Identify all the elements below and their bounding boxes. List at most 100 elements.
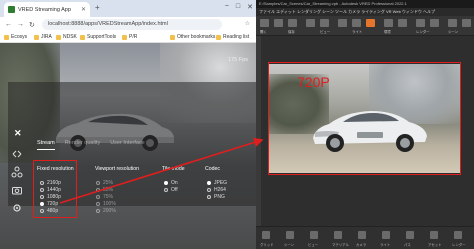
render-highlight-box (268, 62, 461, 175)
bottom-label: シーン (284, 243, 295, 247)
toolbar-button[interactable] (306, 19, 315, 27)
radio-label: PNG (214, 194, 225, 200)
radio-50[interactable]: 50% (96, 187, 113, 193)
maximize-button[interactable]: □ (236, 3, 240, 11)
nodes-icon[interactable] (11, 166, 23, 178)
tile-mode-title: Tile mode (162, 166, 185, 172)
close-window-button[interactable]: ✕ (247, 3, 253, 11)
vred-favicon-icon (8, 6, 15, 13)
bottom-button[interactable] (406, 231, 414, 239)
camera-icon[interactable] (11, 184, 23, 196)
bottom-button[interactable] (358, 231, 366, 239)
bookmark-label: Other bookmarks (177, 34, 216, 40)
toolbar-button[interactable] (274, 19, 283, 27)
folder-icon (216, 34, 221, 40)
radio-circle (164, 181, 168, 185)
bookmark-item[interactable]: P/R (122, 34, 137, 40)
toolbar-button-active[interactable] (366, 19, 375, 27)
bookmark-label: NDSK (63, 34, 77, 40)
vred-toolbar: 開く 保存 ビュー ライト 環境 レンダー シーン (256, 16, 474, 36)
tab-render-quality[interactable]: Render quality (65, 140, 100, 146)
toolbar-label: 保存 (288, 30, 295, 34)
toolbar-button[interactable] (462, 19, 471, 27)
radio-200[interactable]: 200% (96, 208, 116, 214)
bottom-button[interactable] (454, 231, 462, 239)
radio-circle (207, 181, 211, 185)
bottom-label: マテリアル (332, 243, 349, 247)
toolbar-label: シーン (448, 30, 459, 34)
reload-icon[interactable]: ↻ (29, 21, 35, 29)
bookmark-item[interactable]: Reading list (216, 34, 249, 40)
bottom-label: ライト (380, 243, 391, 247)
bookmark-label: JIRA (41, 34, 52, 40)
toolbar-button[interactable] (320, 19, 329, 27)
radio-label: 25% (103, 180, 114, 186)
toolbar-button[interactable] (260, 19, 269, 27)
bottom-button[interactable] (334, 231, 342, 239)
folder-icon (4, 34, 9, 40)
toolbar-button[interactable] (448, 19, 457, 27)
radio-25[interactable]: 25% (96, 180, 113, 186)
folder-icon (80, 34, 85, 40)
forward-arrow-icon[interactable]: → (17, 21, 24, 28)
radio-tile-off[interactable]: Off (164, 187, 178, 193)
bottom-button[interactable] (286, 231, 294, 239)
radio-label: JPEG (214, 180, 228, 186)
toolbar-button[interactable] (416, 19, 425, 27)
toolbar-button[interactable] (398, 19, 407, 27)
minimize-button[interactable]: − (225, 3, 229, 11)
radio-label: 50% (103, 187, 114, 193)
close-panel-icon[interactable]: ✕ (14, 128, 22, 139)
toolbar-button[interactable] (288, 19, 297, 27)
radio-circle (96, 181, 100, 185)
radio-tile-on[interactable]: On (164, 180, 178, 186)
settings-icon[interactable] (11, 202, 23, 214)
bottom-label: ビュー (308, 243, 319, 247)
bottom-label: パス (404, 243, 411, 247)
vred-menu-bar[interactable]: ファイル エディット レンダリング シーン ツール カメラ ライティング VR … (256, 8, 474, 16)
toolbar-button[interactable] (384, 19, 393, 27)
browser-tab[interactable]: VRED Streaming App ✕ (4, 2, 90, 17)
browser-window: VRED Streaming App ✕ + − □ ✕ ← → ↻ local… (0, 0, 256, 249)
bookmark-item[interactable]: Ecosys (4, 34, 27, 40)
vred-bottom-toolbar: グリッド シーン ビュー マテリアル カメラ ライト パス アセット レンダー (256, 226, 474, 249)
radio-jpeg[interactable]: JPEG (207, 180, 227, 186)
toolbar-button[interactable] (352, 19, 361, 27)
radio-label: Off (171, 187, 178, 193)
url-field[interactable]: localhost:8888/apps/VREDStreamApp/index.… (42, 19, 222, 30)
bottom-button[interactable] (430, 231, 438, 239)
radio-label: On (171, 180, 178, 186)
active-tab-underline (37, 149, 55, 150)
bookmark-item[interactable]: SupportTools (80, 34, 116, 40)
bottom-button[interactable] (382, 231, 390, 239)
bookmark-item[interactable]: NDSK (56, 34, 77, 40)
toolbar-label: 環境 (384, 30, 391, 34)
fixed-resolution-highlight-box (33, 160, 77, 218)
toolbar-label: 開く (260, 30, 267, 34)
radio-75[interactable]: 75% (96, 194, 113, 200)
radio-circle (164, 188, 168, 192)
radio-100[interactable]: 100% (96, 201, 116, 207)
bookmark-item[interactable]: JIRA (34, 34, 52, 40)
star-icon[interactable]: ☆ (245, 20, 250, 27)
radio-label: 75% (103, 194, 114, 200)
radio-h264[interactable]: H264 (207, 187, 226, 193)
radio-circle (207, 195, 211, 199)
new-tab-plus-icon[interactable]: + (95, 3, 100, 12)
vred-window: E:/Samples/Car_Scenes/Car_Streaming.vpb … (256, 0, 474, 249)
back-arrow-icon[interactable]: ← (5, 21, 12, 28)
bookmark-label: Reading list (223, 34, 250, 40)
toolbar-button[interactable] (430, 19, 439, 27)
address-bar-row: ← → ↻ localhost:8888/apps/VREDStreamApp/… (0, 17, 256, 32)
bottom-button[interactable] (262, 231, 270, 239)
vred-render-viewport[interactable]: 720P (261, 36, 474, 226)
arrows-icon[interactable] (11, 148, 23, 160)
bookmark-item[interactable]: Other bookmarks (170, 34, 215, 40)
viewport-resolution-title: Viewport resolution (95, 166, 140, 172)
radio-png[interactable]: PNG (207, 194, 225, 200)
bottom-button[interactable] (310, 231, 318, 239)
close-icon[interactable]: ✕ (81, 6, 86, 13)
tab-user-interface[interactable]: User Interface (110, 140, 145, 146)
tab-stream[interactable]: Stream (37, 140, 55, 146)
toolbar-button[interactable] (338, 19, 347, 27)
